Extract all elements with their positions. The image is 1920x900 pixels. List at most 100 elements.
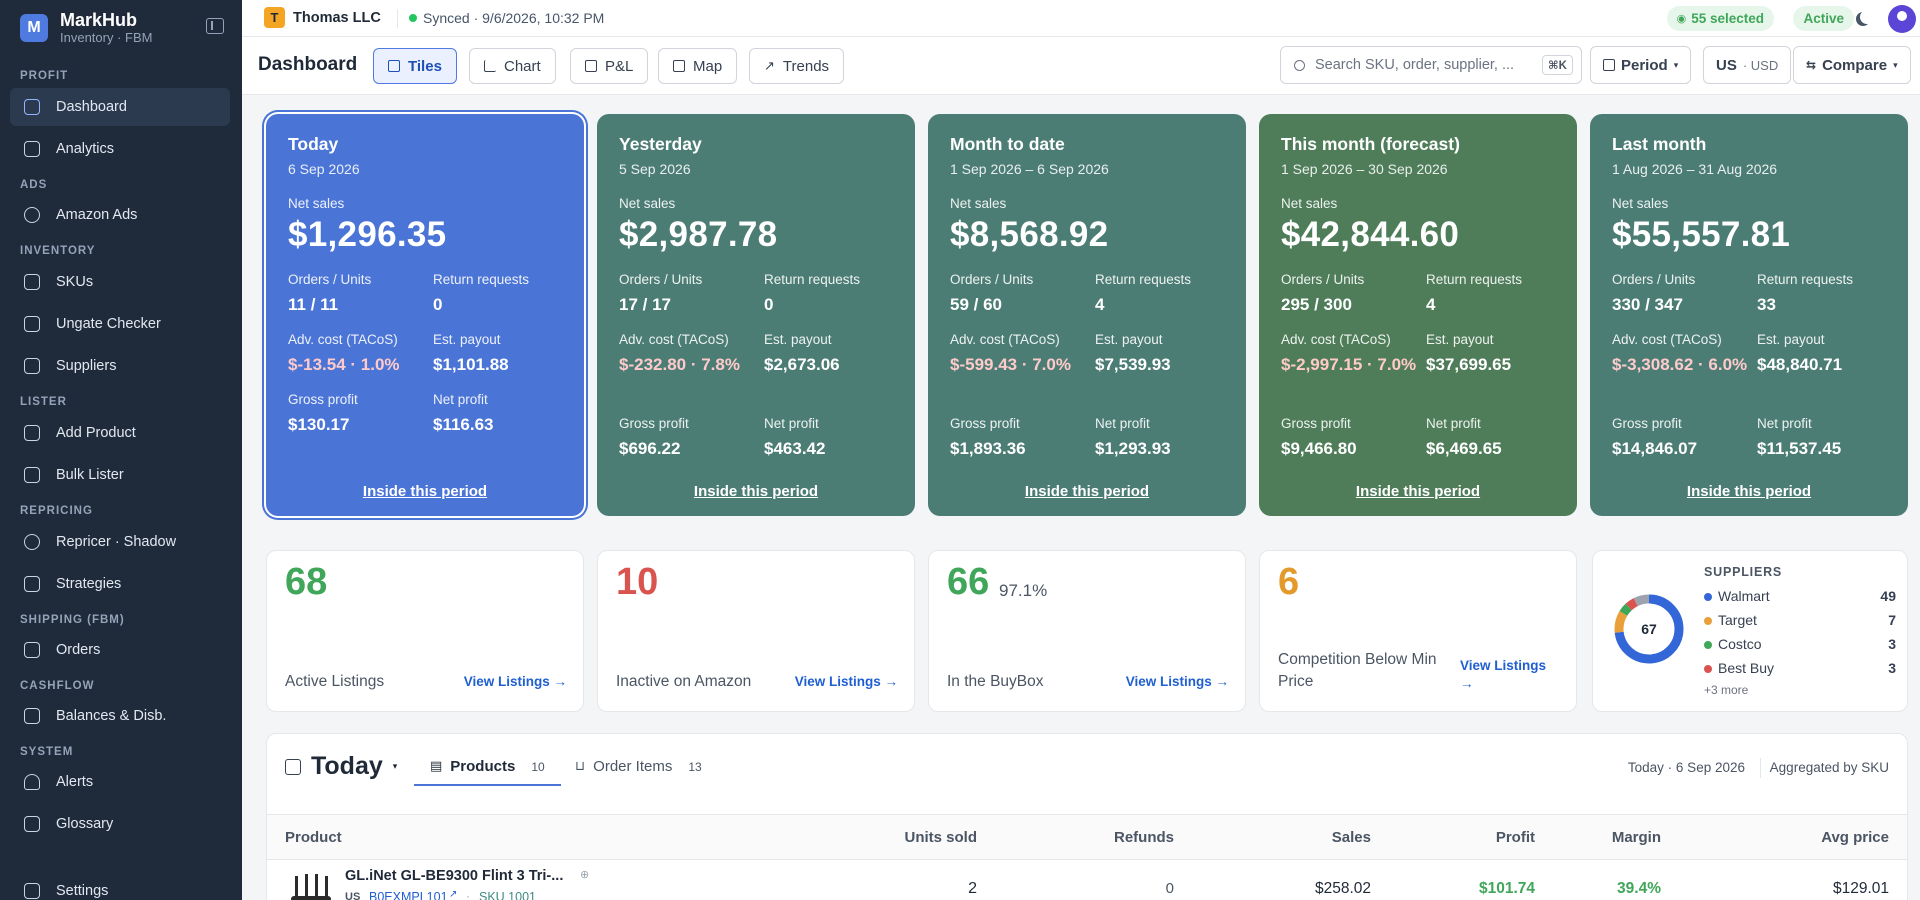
view-label: Chart xyxy=(504,57,541,75)
col-units-sold[interactable]: Units sold xyxy=(904,829,977,846)
compare-label: Compare xyxy=(1822,56,1888,74)
period-card[interactable]: Month to date 1 Sep 2026 – 6 Sep 2026 Net … xyxy=(928,114,1246,516)
add-box-icon xyxy=(24,425,40,441)
sidebar-item-alerts[interactable]: Alerts xyxy=(10,763,230,801)
net-profit-label: Net profit xyxy=(1095,416,1150,431)
sidebar-item-skus[interactable]: SKUs xyxy=(10,263,230,301)
theme-toggle-icon[interactable] xyxy=(1860,10,1874,24)
selected-badge[interactable]: ◉ 55 selected xyxy=(1666,6,1774,31)
view-listings-link[interactable]: View Listings → xyxy=(464,673,567,691)
period-card[interactable]: Last month 1 Aug 2026 – 31 Aug 2026 Net sa… xyxy=(1590,114,1908,516)
sidebar-collapse-icon[interactable] xyxy=(206,18,224,34)
period-select[interactable]: Period ▾ xyxy=(1590,46,1692,84)
org-switcher[interactable]: T Thomas LLC xyxy=(264,7,381,28)
legend-dot-icon xyxy=(1704,641,1712,649)
view-listings-link[interactable]: View Listings → xyxy=(1126,673,1229,691)
est-payout-value: $2,673.06 xyxy=(764,355,840,374)
net-profit-value: $1,293.93 xyxy=(1095,439,1171,458)
avatar[interactable] xyxy=(1888,5,1916,33)
suppliers-more-link[interactable]: +3 more xyxy=(1704,683,1748,697)
sidebar-item-repricer[interactable]: Repricer · Shadow xyxy=(10,523,230,561)
sidebar-item-add-product[interactable]: Add Product xyxy=(10,414,230,452)
sidebar-item-glossary[interactable]: Glossary xyxy=(10,805,230,843)
return-requests-cell: Return requests 4 xyxy=(1095,272,1240,317)
table-header: Product Units sold Refunds Sales Profit … xyxy=(267,814,1907,860)
book-icon xyxy=(24,816,40,832)
period-dropdown[interactable]: Today ▾ xyxy=(285,752,397,781)
period-card[interactable]: This month (forecast) 1 Sep 2026 – 30 Sep… xyxy=(1259,114,1577,516)
tab-products[interactable]: ▤ Products 10 xyxy=(414,758,561,786)
sidebar-item-dashboard[interactable]: Dashboard xyxy=(10,88,230,126)
view-map-button[interactable]: Map xyxy=(658,48,738,84)
inside-period-link[interactable]: Inside this period xyxy=(928,483,1246,500)
view-pl-button[interactable]: P&L xyxy=(570,48,649,84)
lock-icon xyxy=(24,316,40,332)
sidebar-item-bulk-lister[interactable]: Bulk Lister xyxy=(10,456,230,494)
chevron-down-icon: ▾ xyxy=(392,761,398,771)
search-input[interactable]: Search SKU, order, supplier, ... ⌘K xyxy=(1280,46,1582,84)
orders-units-value: 59 / 60 xyxy=(950,295,1002,314)
section-profit: PROFIT xyxy=(20,70,69,82)
sidebar-item-orders[interactable]: Orders xyxy=(10,631,230,669)
compare-button[interactable]: ⇆ Compare ▾ xyxy=(1793,46,1911,84)
market-select[interactable]: US · USD xyxy=(1703,46,1792,84)
sidebar-item-suppliers[interactable]: Suppliers xyxy=(10,347,230,385)
sidebar-item-ungate-checker[interactable]: Ungate Checker xyxy=(10,305,230,343)
external-link-icon[interactable]: ↗ xyxy=(449,889,457,900)
adv-cost-cell: Adv. cost (TACoS) $-3,308.62 · 6.0% xyxy=(1612,332,1757,377)
trend-icon: ↗ xyxy=(764,58,775,73)
table-row[interactable]: GL.iNet GL-BE9300 Flint 3 Tri-... ⊕ US B… xyxy=(267,860,1907,900)
adv-cost-label: Adv. cost (TACoS) xyxy=(288,332,398,347)
info-icon[interactable]: ⊕ xyxy=(580,868,589,881)
period-card[interactable]: Today 6 Sep 2026 Net sales $1,296.35 Orders … xyxy=(266,114,584,516)
col-avg-price[interactable]: Avg price xyxy=(1821,829,1889,846)
view-listings-link[interactable]: View Listings → xyxy=(795,673,898,691)
sidebar-item-label: Orders xyxy=(56,642,101,658)
sidebar-item-label: Glossary xyxy=(56,816,114,832)
view-trends-button[interactable]: ↗ Trends xyxy=(749,48,845,84)
layers-icon xyxy=(24,467,40,483)
col-sales[interactable]: Sales xyxy=(1332,829,1371,846)
inside-period-link[interactable]: Inside this period xyxy=(597,483,915,500)
currency-label: · USD xyxy=(1742,57,1779,73)
brand[interactable]: M MarkHub Inventory · FBM xyxy=(20,10,152,46)
product-asin-link[interactable]: B0EXMPL101 xyxy=(369,890,448,900)
col-product[interactable]: Product xyxy=(285,829,342,846)
supplier-row[interactable]: Best Buy 3 xyxy=(1704,660,1896,676)
inside-period-link[interactable]: Inside this period xyxy=(266,483,584,500)
return-requests-cell: Return requests 0 xyxy=(433,272,578,317)
view-label: P&L xyxy=(605,57,634,75)
repricer-icon xyxy=(24,534,40,550)
sidebar-item-settings[interactable]: Settings xyxy=(10,872,230,900)
net-profit-cell: Net profit $116.63 xyxy=(433,392,578,437)
return-requests-cell: Return requests 4 xyxy=(1426,272,1571,317)
inside-period-link[interactable]: Inside this period xyxy=(1259,483,1577,500)
sidebar-item-balances[interactable]: Balances & Disb. xyxy=(10,697,230,735)
supplier-row[interactable]: Costco 3 xyxy=(1704,636,1896,652)
period-card[interactable]: Yesterday 5 Sep 2026 Net sales $2,987.78 Ord… xyxy=(597,114,915,516)
inside-period-link[interactable]: Inside this period xyxy=(1590,483,1908,500)
product-name[interactable]: GL.iNet GL-BE9300 Flint 3 Tri-... xyxy=(345,868,563,884)
tab-order-items[interactable]: ⊔ Order Items 13 xyxy=(575,758,702,775)
section-repricing: REPRICING xyxy=(20,505,93,517)
sync-dot-icon xyxy=(409,14,417,22)
return-requests-cell: Return requests 0 xyxy=(764,272,909,317)
sidebar-item-strategies[interactable]: Strategies xyxy=(10,565,230,603)
return-requests-value: 0 xyxy=(433,295,443,314)
net-sales-value: $55,557.81 xyxy=(1612,215,1791,254)
gross-profit-cell: Gross profit $9,466.80 xyxy=(1281,416,1426,461)
col-margin[interactable]: Margin xyxy=(1612,829,1661,846)
card-title: This month (forecast) xyxy=(1281,134,1460,154)
sidebar-item-analytics[interactable]: Analytics xyxy=(10,130,230,168)
sidebar-item-amazon-ads[interactable]: Amazon Ads xyxy=(10,196,230,234)
view-listings-link[interactable]: View Listings → xyxy=(1460,657,1560,693)
supplier-row[interactable]: Target 7 xyxy=(1704,612,1896,628)
col-profit[interactable]: Profit xyxy=(1496,829,1535,846)
table-period-label: Today xyxy=(311,752,383,780)
kpi-value: 66 xyxy=(947,561,990,603)
supplier-row[interactable]: Walmart 49 xyxy=(1704,588,1896,604)
col-refunds[interactable]: Refunds xyxy=(1114,829,1174,846)
kpi-extra: 97.1% xyxy=(999,581,1048,600)
view-chart-button[interactable]: Chart xyxy=(469,48,556,84)
view-tiles-button[interactable]: Tiles xyxy=(373,48,457,84)
